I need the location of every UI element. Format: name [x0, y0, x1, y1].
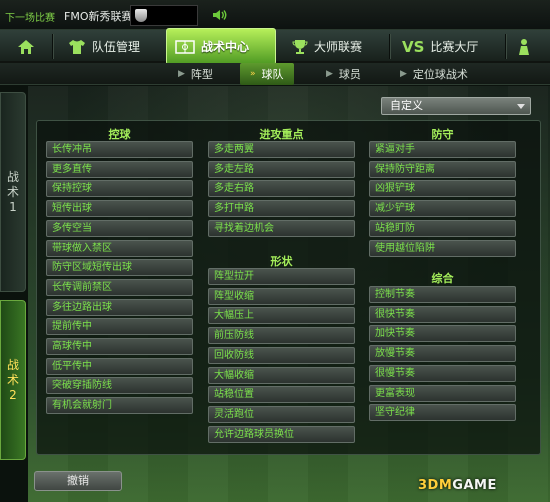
column-title-general: 综合	[431, 272, 454, 285]
tactic-option-defense[interactable]: 使用越位陷阱	[369, 240, 516, 257]
caret-down-icon	[517, 104, 525, 109]
tactic-option-control[interactable]: 长传冲吊	[46, 141, 193, 158]
tactic-option-defense[interactable]: 紧逼对手	[369, 141, 516, 158]
tactic-option-control[interactable]: 带球做入禁区	[46, 240, 193, 257]
subtab-setpiece-label: 定位球战术	[412, 68, 468, 81]
tactic-option-general[interactable]: 更富表现	[369, 385, 516, 402]
nav-match-label: 比赛大厅	[430, 40, 479, 54]
subtab-player[interactable]: ▶ 球员	[326, 63, 361, 85]
tactic-option-shape[interactable]: 灵活跑位	[208, 406, 355, 423]
sub-nav: ▶ 阵型 » 球队 ▶ 球员 ▶ 定位球战术	[0, 63, 550, 85]
subtab-formation-label: 阵型	[190, 68, 213, 81]
tactic-option-control[interactable]: 防守区域短传出球	[46, 259, 193, 276]
nav-home[interactable]	[6, 30, 46, 63]
chevron-right-icon: ▶	[326, 69, 333, 79]
chevron-right-icon: ▶	[178, 69, 185, 79]
nav-team-label: 队伍管理	[92, 40, 141, 54]
undo-button[interactable]: 撤销	[34, 471, 122, 491]
side-tab-tactic-1[interactable]: 战 术 1	[0, 92, 26, 292]
speaker-icon[interactable]	[212, 9, 228, 21]
nav-master-label: 大师联赛	[314, 40, 363, 54]
tactic-option-shape[interactable]: 允许边路球员换位	[208, 426, 355, 443]
tactic-option-shape[interactable]: 回收防线	[208, 347, 355, 364]
main-nav: 队伍管理 战术中心 大师联赛 VS 比赛大厅	[0, 28, 550, 65]
chevron-right-icon: ▶	[400, 69, 407, 79]
column-title-shape: 形状	[270, 255, 293, 268]
nav-more[interactable]	[508, 30, 550, 63]
tactic-option-shape[interactable]: 大幅压上	[208, 307, 355, 324]
tactic-option-general[interactable]: 控制节奏	[369, 286, 516, 303]
tactic-option-shape[interactable]: 阵型收缩	[208, 288, 355, 305]
tactic-option-control[interactable]: 长传调前禁区	[46, 279, 193, 296]
side-tab-1-char: 战	[6, 169, 19, 184]
tactic-option-attack[interactable]: 多走右路	[208, 180, 355, 197]
watermark-num: 3DM	[418, 478, 453, 493]
subtab-formation[interactable]: ▶ 阵型	[178, 63, 213, 85]
nav-match-hall[interactable]: VS 比赛大厅	[394, 30, 504, 63]
subtab-setpiece[interactable]: ▶ 定位球战术	[400, 63, 468, 85]
nav-team-management[interactable]: 队伍管理	[60, 30, 165, 63]
tactic-option-general[interactable]: 坚守纪律	[369, 404, 516, 421]
tactic-option-control[interactable]: 多传空当	[46, 220, 193, 237]
league-name: FMO新秀联赛	[64, 10, 133, 23]
tactic-preset-value: 自定义	[390, 99, 423, 112]
tactic-option-control[interactable]: 多往边路出球	[46, 299, 193, 316]
tactic-option-control[interactable]: 更多直传	[46, 161, 193, 178]
column-title-control: 控球	[108, 128, 131, 141]
tactic-option-control[interactable]: 保持控球	[46, 180, 193, 197]
side-tab-2-char: 2	[9, 387, 17, 402]
tactic-option-general[interactable]: 很慢节奏	[369, 365, 516, 382]
tactic-option-defense[interactable]: 站稳盯防	[369, 220, 516, 237]
subtab-team[interactable]: » 球队	[240, 63, 294, 85]
next-match-label: 下一场比赛	[5, 13, 55, 24]
tactic-option-control[interactable]: 高球传中	[46, 338, 193, 355]
tactic-option-attack[interactable]: 多走两翼	[208, 141, 355, 158]
subtab-team-label: 球队	[261, 68, 284, 81]
watermark-logo: 3DMGAME	[418, 478, 497, 493]
team-crest-icon	[135, 9, 147, 22]
nav-tactics-center[interactable]: 战术中心	[166, 28, 276, 65]
tactic-option-attack[interactable]: 寻找着边机会	[208, 220, 355, 237]
tactic-option-attack[interactable]: 多走左路	[208, 161, 355, 178]
player-icon	[519, 38, 529, 55]
tactic-option-defense[interactable]: 减少铲球	[369, 200, 516, 217]
tactic-option-attack[interactable]: 多打中路	[208, 200, 355, 217]
nav-master-league[interactable]: 大师联赛	[284, 30, 384, 63]
team-badge	[130, 5, 198, 26]
tactic-option-general[interactable]: 加快节奏	[369, 325, 516, 342]
tactic-option-control[interactable]: 有机会就射门	[46, 397, 193, 414]
jersey-icon	[69, 39, 85, 54]
side-tab-1-char: 术	[6, 184, 19, 199]
side-tab-1-char: 1	[9, 199, 17, 214]
tactic-option-shape[interactable]: 前压防线	[208, 327, 355, 344]
tactic-option-control[interactable]: 低平传中	[46, 358, 193, 375]
tactic-option-shape[interactable]: 站稳位置	[208, 386, 355, 403]
tactic-option-shape[interactable]: 大幅收缩	[208, 367, 355, 384]
side-tab-2-char: 战	[6, 357, 19, 372]
vs-icon: VS	[402, 37, 425, 56]
watermark-text: GAME	[452, 478, 497, 493]
tactic-option-shape[interactable]: 阵型拉开	[208, 268, 355, 285]
tactic-option-control[interactable]: 突破穿插防线	[46, 377, 193, 394]
double-chevron-right-icon: »	[250, 69, 256, 79]
side-tab-tactic-2[interactable]: 战 术 2	[0, 300, 26, 460]
tactic-option-general[interactable]: 很快节奏	[369, 306, 516, 323]
tactic-option-control[interactable]: 提前传中	[46, 318, 193, 335]
subtab-player-label: 球员	[338, 68, 361, 81]
side-tab-2-char: 术	[6, 372, 19, 387]
tactic-preset-select[interactable]: 自定义	[381, 97, 531, 115]
trophy-icon	[292, 39, 308, 54]
home-icon	[18, 39, 34, 54]
tactic-option-general[interactable]: 放慢节奏	[369, 345, 516, 362]
tactic-option-control[interactable]: 短传出球	[46, 200, 193, 217]
tactic-option-defense[interactable]: 凶狠铲球	[369, 180, 516, 197]
nav-tactics-label: 战术中心	[201, 40, 250, 54]
tactic-option-defense[interactable]: 保持防守距离	[369, 161, 516, 178]
column-title-defense: 防守	[431, 128, 454, 141]
tactics-board-icon	[175, 39, 195, 54]
top-status-bar: 下一场比赛 FMO新秀联赛	[0, 0, 550, 30]
column-title-attack: 进攻重点	[259, 128, 304, 141]
